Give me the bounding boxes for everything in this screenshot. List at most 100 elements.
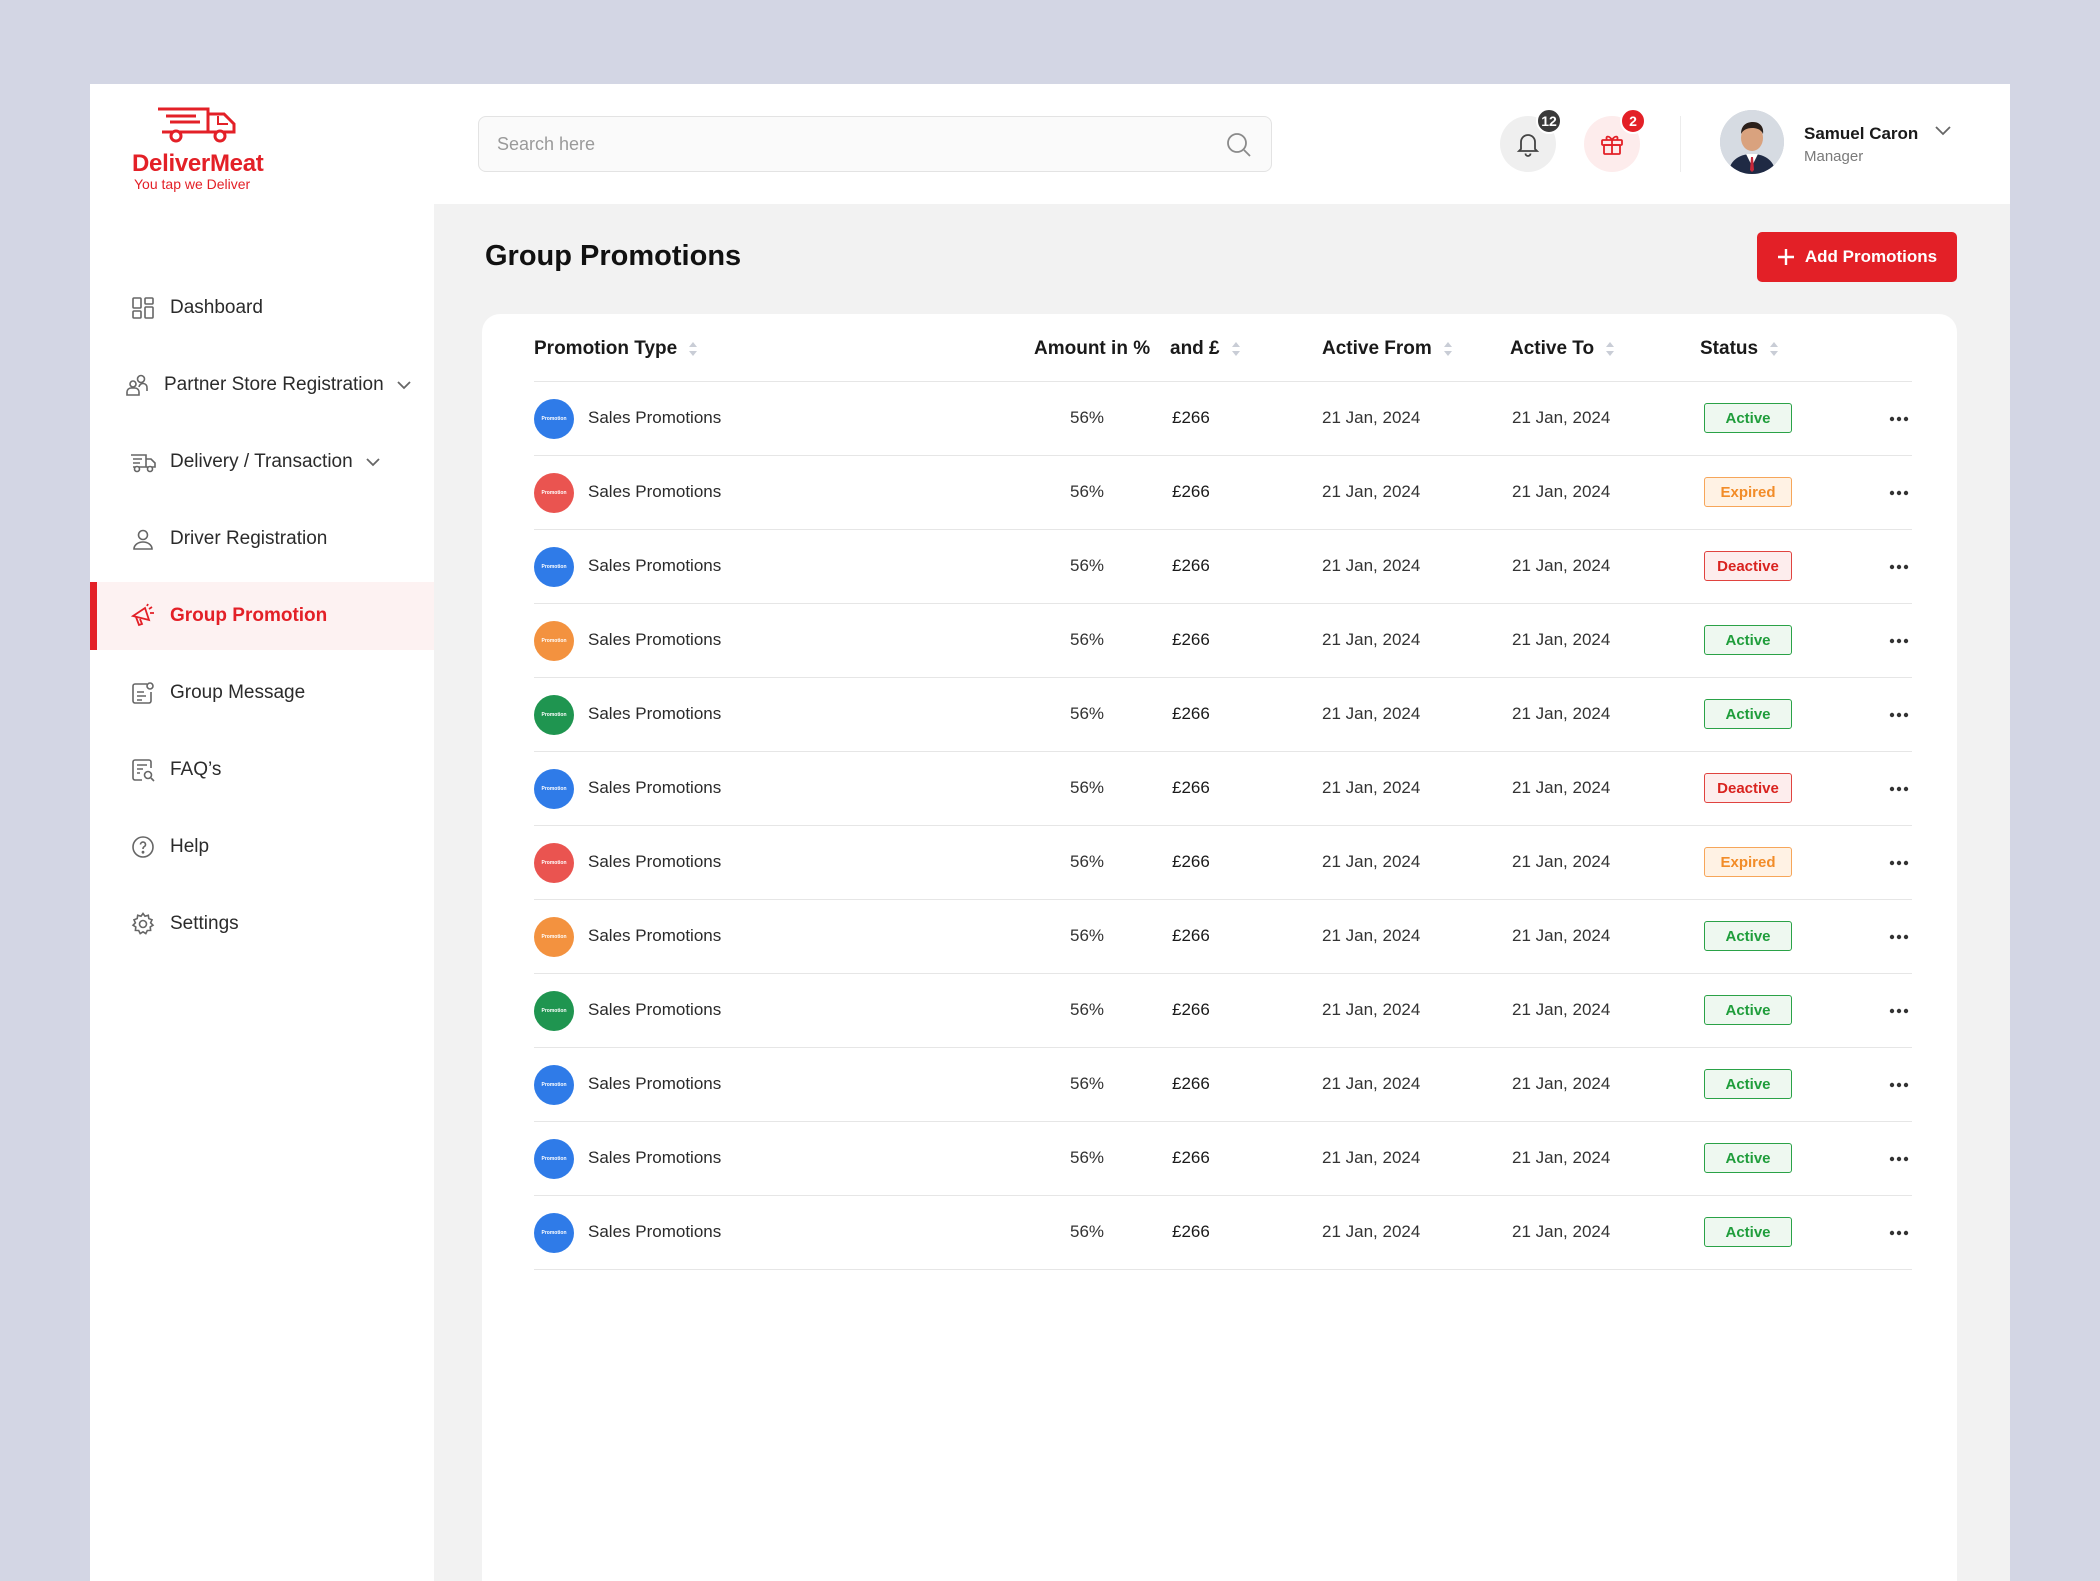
status-badge: Expired — [1704, 477, 1792, 507]
table-row[interactable]: Promotion Sales Promotions 56% £266 21 Jan, … — [534, 826, 1912, 900]
sort-icon[interactable] — [1442, 340, 1454, 358]
sidebar-item-label: Settings — [170, 913, 239, 934]
table-row[interactable]: Promotion Sales Promotions 56% £266 21 Jan, … — [534, 1196, 1912, 1270]
sidebar-item-group-message[interactable]: Group Message — [90, 659, 434, 727]
promotion-type: Sales Promotions — [588, 1000, 722, 1019]
table-row[interactable]: Promotion Sales Promotions 56% £266 21 Jan, … — [534, 382, 1912, 456]
promotion-badge-icon: Promotion — [534, 917, 574, 957]
sidebar-item-driver-registration[interactable]: Driver Registration — [90, 505, 434, 573]
promotion-badge-label: Promotion — [541, 490, 567, 496]
column-header-status[interactable]: Status — [1700, 338, 1780, 360]
megaphone-icon — [130, 603, 156, 629]
amount-gbp: £266 — [1172, 704, 1210, 723]
more-options-icon[interactable] — [1887, 1076, 1911, 1094]
more-options-icon[interactable] — [1887, 632, 1911, 650]
promotion-badge-icon: Promotion — [534, 547, 574, 587]
amount-gbp: £266 — [1172, 852, 1210, 871]
promotion-type: Sales Promotions — [588, 778, 722, 797]
sort-icon[interactable] — [687, 340, 699, 358]
status-badge: Active — [1704, 1217, 1792, 1247]
promotion-type: Sales Promotions — [588, 1074, 722, 1093]
status-badge: Active — [1704, 699, 1792, 729]
table-row[interactable]: Promotion Sales Promotions 56% £266 21 Jan, … — [534, 1122, 1912, 1196]
more-options-icon[interactable] — [1887, 780, 1911, 798]
chevron-down-icon[interactable] — [396, 380, 412, 390]
promotion-badge-label: Promotion — [541, 416, 567, 422]
sidebar-item-settings[interactable]: Settings — [90, 890, 434, 958]
status-badge: Expired — [1704, 847, 1792, 877]
promotion-badge-label: Promotion — [541, 638, 567, 644]
column-header-amount-percent[interactable]: Amount in % — [1034, 338, 1150, 360]
more-options-icon[interactable] — [1887, 928, 1911, 946]
delivery-truck-icon — [130, 449, 156, 475]
avatar[interactable] — [1720, 110, 1784, 174]
promotion-type: Sales Promotions — [588, 482, 722, 501]
sidebar-item-faqs[interactable]: FAQ’s — [90, 736, 434, 804]
promotion-type: Sales Promotions — [588, 408, 722, 427]
promotion-badge-icon: Promotion — [534, 1139, 574, 1179]
add-promotions-button[interactable]: Add Promotions — [1757, 232, 1957, 282]
chevron-down-icon[interactable] — [1934, 124, 1952, 142]
chevron-down-icon[interactable] — [365, 457, 381, 467]
amount-percent: 56% — [1070, 1074, 1105, 1093]
notifications-button[interactable]: 12 — [1500, 108, 1562, 172]
table-row[interactable]: Promotion Sales Promotions 56% £266 21 Jan, … — [534, 752, 1912, 826]
sort-icon[interactable] — [1604, 340, 1616, 358]
sidebar-item-partner-store-registration[interactable]: Partner Store Registration — [90, 351, 434, 419]
user-role: Manager — [1804, 148, 1864, 165]
sort-icon[interactable] — [1768, 340, 1780, 358]
sidebar-item-delivery-transaction[interactable]: Delivery / Transaction — [90, 428, 434, 496]
active-to-date: 21 Jan, 2024 — [1512, 778, 1611, 797]
sidebar-item-label: Group Promotion — [170, 605, 328, 626]
table-row[interactable]: Promotion Sales Promotions 56% £266 21 Jan, … — [534, 974, 1912, 1048]
column-header-promotion-type[interactable]: Promotion Type — [534, 338, 699, 360]
sort-icon[interactable] — [1230, 340, 1242, 358]
table-row[interactable]: Promotion Sales Promotions 56% £266 21 Jan, … — [534, 530, 1912, 604]
table-row[interactable]: Promotion Sales Promotions 56% £266 21 Jan, … — [534, 1048, 1912, 1122]
promotion-badge-icon: Promotion — [534, 843, 574, 883]
active-to-date: 21 Jan, 2024 — [1512, 852, 1611, 871]
promotion-badge-icon: Promotion — [534, 769, 574, 809]
gifts-button[interactable]: 2 — [1584, 108, 1646, 172]
active-from-date: 21 Jan, 2024 — [1322, 852, 1421, 871]
column-label: Active To — [1510, 338, 1595, 359]
brand-logo[interactable]: DeliverMeat You tap we Deliver — [132, 106, 372, 192]
status-badge: Deactive — [1704, 773, 1792, 803]
more-options-icon[interactable] — [1887, 854, 1911, 872]
sidebar-item-dashboard[interactable]: Dashboard — [90, 274, 434, 342]
sidebar: DeliverMeat You tap we Deliver Dashboard… — [90, 84, 434, 1581]
search-box[interactable] — [478, 116, 1272, 172]
sidebar-item-group-promotion[interactable]: Group Promotion — [90, 582, 434, 650]
table-row[interactable]: Promotion Sales Promotions 56% £266 21 Jan, … — [534, 604, 1912, 678]
more-options-icon[interactable] — [1887, 1150, 1911, 1168]
active-from-date: 21 Jan, 2024 — [1322, 1074, 1421, 1093]
column-header-active-to[interactable]: Active To — [1510, 338, 1616, 360]
promotion-badge-icon: Promotion — [534, 621, 574, 661]
sidebar-item-label: Group Message — [170, 682, 306, 703]
more-options-icon[interactable] — [1887, 410, 1911, 428]
more-options-icon[interactable] — [1887, 484, 1911, 502]
amount-percent: 56% — [1070, 1148, 1105, 1167]
column-header-active-from[interactable]: Active From — [1322, 338, 1454, 360]
message-icon — [130, 680, 156, 706]
search-input[interactable] — [497, 117, 1197, 171]
column-label: and £ — [1170, 338, 1220, 359]
sidebar-item-label: Driver Registration — [170, 528, 328, 549]
table-row[interactable]: Promotion Sales Promotions 56% £266 21 Jan, … — [534, 456, 1912, 530]
sidebar-item-label: FAQ’s — [170, 759, 222, 780]
column-header-amount-gbp[interactable]: and £ — [1170, 338, 1242, 360]
table-row[interactable]: Promotion Sales Promotions 56% £266 21 Jan, … — [534, 678, 1912, 752]
more-options-icon[interactable] — [1887, 706, 1911, 724]
more-options-icon[interactable] — [1887, 1224, 1911, 1242]
status-badge: Active — [1704, 1069, 1792, 1099]
promotion-badge-icon: Promotion — [534, 695, 574, 735]
more-options-icon[interactable] — [1887, 558, 1911, 576]
search-icon[interactable] — [1225, 131, 1253, 164]
user-name[interactable]: Samuel Caron — [1804, 124, 1918, 144]
more-options-icon[interactable] — [1887, 1002, 1911, 1020]
amount-gbp: £266 — [1172, 556, 1210, 575]
table-row[interactable]: Promotion Sales Promotions 56% £266 21 Jan, … — [534, 900, 1912, 974]
promotion-badge-label: Promotion — [541, 1156, 567, 1162]
table-header: Promotion Type Amount in % and £ Active … — [534, 314, 1912, 382]
sidebar-item-help[interactable]: Help — [90, 813, 434, 881]
